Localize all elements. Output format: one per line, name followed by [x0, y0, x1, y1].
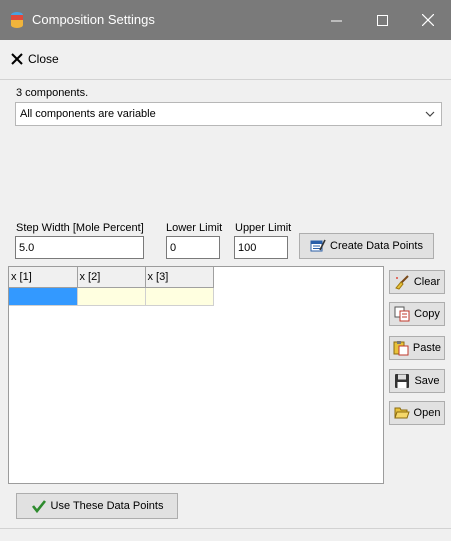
copy-label: Copy [414, 308, 440, 320]
grid-cell[interactable] [77, 287, 146, 306]
copy-button[interactable]: Copy [389, 302, 445, 326]
create-data-points-button[interactable]: Create Data Points [299, 233, 434, 259]
toolbar: Close [0, 40, 451, 80]
upper-limit-label: Upper Limit [235, 222, 292, 234]
checkmark-icon [31, 500, 46, 514]
create-data-points-label: Create Data Points [330, 240, 423, 252]
close-icon [422, 14, 434, 26]
step-width-field[interactable] [16, 237, 143, 258]
lower-limit-label: Lower Limit [166, 222, 223, 234]
open-button[interactable]: Open [389, 401, 445, 425]
grid-cell[interactable] [9, 287, 78, 306]
toolbar-divider [0, 79, 451, 80]
floppy-disk-icon [395, 374, 410, 388]
copy-icon [394, 306, 410, 322]
open-label: Open [413, 407, 441, 419]
create-points-icon [310, 239, 326, 252]
upper-limit-field-box [234, 236, 288, 259]
save-label: Save [414, 375, 440, 387]
clear-label: Clear [413, 276, 441, 288]
variable-mode-select[interactable]: All components are variable [15, 102, 442, 126]
window-title: Composition Settings [32, 12, 155, 27]
components-count: 3 components. [16, 87, 89, 99]
step-width-label: Step Width [Mole Percent] [16, 222, 144, 234]
app-icon [11, 12, 23, 28]
column-header-x2[interactable]: x [2] [77, 267, 146, 288]
lower-limit-field-box [166, 236, 220, 259]
upper-limit-field[interactable] [235, 237, 287, 258]
column-header-x3[interactable]: x [3] [145, 267, 214, 288]
variable-mode-value: All components are variable [20, 108, 156, 120]
paste-label: Paste [412, 342, 442, 354]
close-command-label: Close [28, 52, 59, 66]
paste-icon [393, 341, 409, 356]
broom-icon [394, 275, 409, 290]
close-window-button[interactable] [405, 0, 451, 40]
table-row [9, 287, 214, 306]
save-button[interactable]: Save [389, 369, 445, 393]
chevron-down-icon [425, 111, 435, 117]
title-bar: Composition Settings [0, 0, 451, 40]
maximize-icon [376, 14, 388, 26]
use-data-points-label: Use These Data Points [50, 500, 164, 512]
grid-cell[interactable] [145, 287, 214, 306]
use-data-points-button[interactable]: Use These Data Points [16, 493, 178, 519]
close-command[interactable]: Close [10, 48, 59, 70]
paste-button[interactable]: Paste [389, 336, 445, 360]
folder-open-icon [393, 407, 410, 419]
footer-divider [0, 528, 451, 529]
maximize-button[interactable] [359, 0, 405, 40]
lower-limit-field[interactable] [167, 237, 219, 258]
column-header-x1[interactable]: x [1] [9, 267, 78, 288]
minimize-button[interactable] [313, 0, 359, 40]
step-width-field-box [15, 236, 144, 259]
x-icon [11, 53, 23, 65]
minimize-icon [330, 20, 342, 21]
clear-button[interactable]: Clear [389, 270, 445, 294]
data-grid[interactable]: x [1] x [2] x [3] [8, 266, 384, 484]
data-table: x [1] x [2] x [3] [9, 267, 214, 306]
